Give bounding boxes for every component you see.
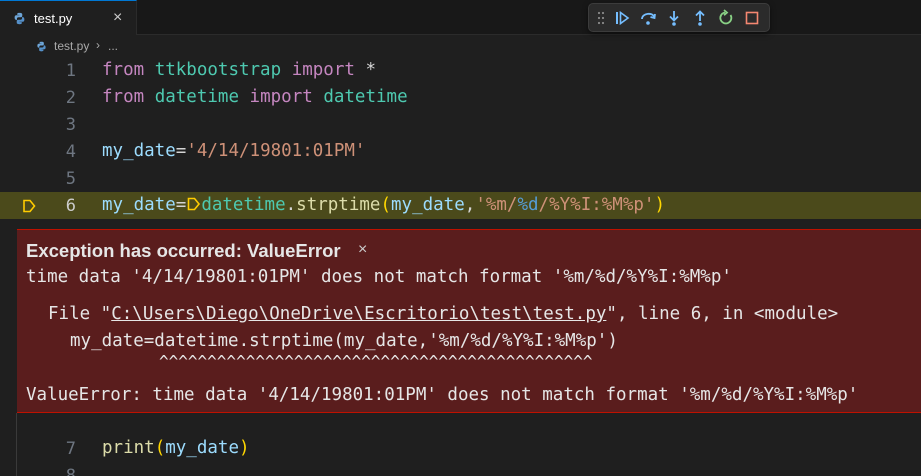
code-token: ttkbootstrap [154, 60, 282, 80]
code-token: , [464, 195, 476, 215]
line-number: 8 [65, 466, 76, 476]
debug-current-line-icon[interactable] [22, 199, 36, 213]
traceback-source-line: my_date=datetime.strptime(my_date,'%m/%d… [70, 331, 618, 351]
code-token: print [102, 438, 155, 458]
continue-icon[interactable] [613, 9, 631, 27]
code-token: '4/14/19801:01PM' [186, 141, 366, 161]
code-line[interactable]: 3 [0, 111, 921, 138]
code-token: strptime [296, 195, 381, 215]
code-line[interactable]: 5 [0, 165, 921, 192]
code-token: datetime [201, 195, 286, 215]
line-number: 2 [65, 88, 76, 108]
code-token: = [175, 141, 187, 161]
traceback-file-prefix: File " [48, 304, 112, 324]
exception-widget: Exception has occurred: ValueError × tim… [17, 229, 921, 413]
restart-icon[interactable] [717, 9, 735, 27]
code-token: my_date [391, 195, 465, 215]
code-token: = [175, 195, 187, 215]
code-token: * [354, 60, 376, 80]
code-text: from ttkbootstrap import * [102, 60, 376, 80]
code-line[interactable]: 8 [0, 462, 921, 476]
code-line[interactable]: 1 from ttkbootstrap import * [0, 57, 921, 84]
line-number: 4 [65, 142, 76, 162]
chevron-right-icon: › [96, 38, 100, 52]
code-token: ) [239, 438, 250, 458]
traceback-file-suffix: ", line 6, in <module> [606, 304, 839, 324]
code-token: %d [517, 195, 539, 215]
traceback-carets: ^^^^^^^^^^^^^^^^^^^^^^^^^^^^^^^^^^^^^^^^… [159, 352, 593, 371]
line-number: 5 [65, 169, 76, 189]
exception-title: Exception has occurred: ValueError [26, 240, 341, 261]
exception-final-line: ValueError: time data '4/14/19801:01PM' … [26, 385, 859, 405]
step-into-icon[interactable] [665, 9, 683, 27]
close-exception-icon[interactable]: × [358, 241, 367, 259]
stop-icon[interactable] [743, 9, 761, 27]
close-tab-icon[interactable]: × [113, 9, 122, 27]
editor-tab-bar: test.py × [0, 0, 921, 35]
breadcrumb-more[interactable]: ... [108, 39, 118, 53]
line-number: 6 [65, 196, 76, 216]
code-token: /%Y%I:%M%p' [538, 195, 655, 215]
code-line[interactable]: 2 from datetime import datetime [0, 84, 921, 111]
code-token: ( [380, 195, 391, 215]
code-token: datetime [154, 87, 239, 107]
gutter-divider [16, 413, 17, 476]
line-number: 7 [65, 439, 76, 459]
code-token: import [249, 87, 313, 107]
tab-test-py[interactable]: test.py × [0, 0, 137, 35]
code-text: from datetime import datetime [102, 87, 408, 107]
code-text: my_date='4/14/19801:01PM' [102, 141, 365, 161]
code-token: import [291, 60, 355, 80]
code-text: print(my_date) [102, 438, 250, 458]
code-token: . [285, 195, 297, 215]
breadcrumb-file[interactable]: test.py [54, 39, 89, 53]
code-token: my_date [102, 195, 176, 215]
code-token: datetime [323, 87, 408, 107]
python-file-icon [14, 12, 25, 25]
code-line[interactable]: 7 print(my_date) [0, 435, 921, 462]
line-number: 3 [65, 115, 76, 135]
tab-label: test.py [34, 11, 73, 26]
code-token: my_date [102, 141, 176, 161]
code-token: from [102, 60, 145, 80]
code-token: ( [154, 438, 166, 458]
code-token: from [102, 87, 145, 107]
code-token: my_date [165, 438, 239, 458]
code-token: '%m/ [475, 195, 518, 215]
step-out-icon[interactable] [691, 9, 709, 27]
inline-execution-pointer-icon [188, 197, 201, 211]
code-text: my_date= datetime.strptime(my_date,'%m/%d… [102, 195, 665, 215]
drag-grip-icon[interactable] [597, 11, 605, 25]
traceback-file-link[interactable]: C:\Users\Diego\OneDrive\Escritorio\test\… [111, 304, 606, 324]
step-over-icon[interactable] [639, 9, 657, 27]
python-file-icon [37, 41, 46, 52]
current-line[interactable]: 6 my_date= datetime.strptime(my_date,'%m/%… [0, 192, 921, 219]
debug-toolbar [588, 3, 770, 32]
traceback-file-line: File "C:\Users\Diego\OneDrive\Escritorio… [48, 304, 838, 324]
code-token: ) [654, 195, 665, 215]
line-number: 1 [65, 61, 76, 81]
code-line[interactable]: 4 my_date='4/14/19801:01PM' [0, 138, 921, 165]
exception-message: time data '4/14/19801:01PM' does not mat… [26, 267, 732, 287]
